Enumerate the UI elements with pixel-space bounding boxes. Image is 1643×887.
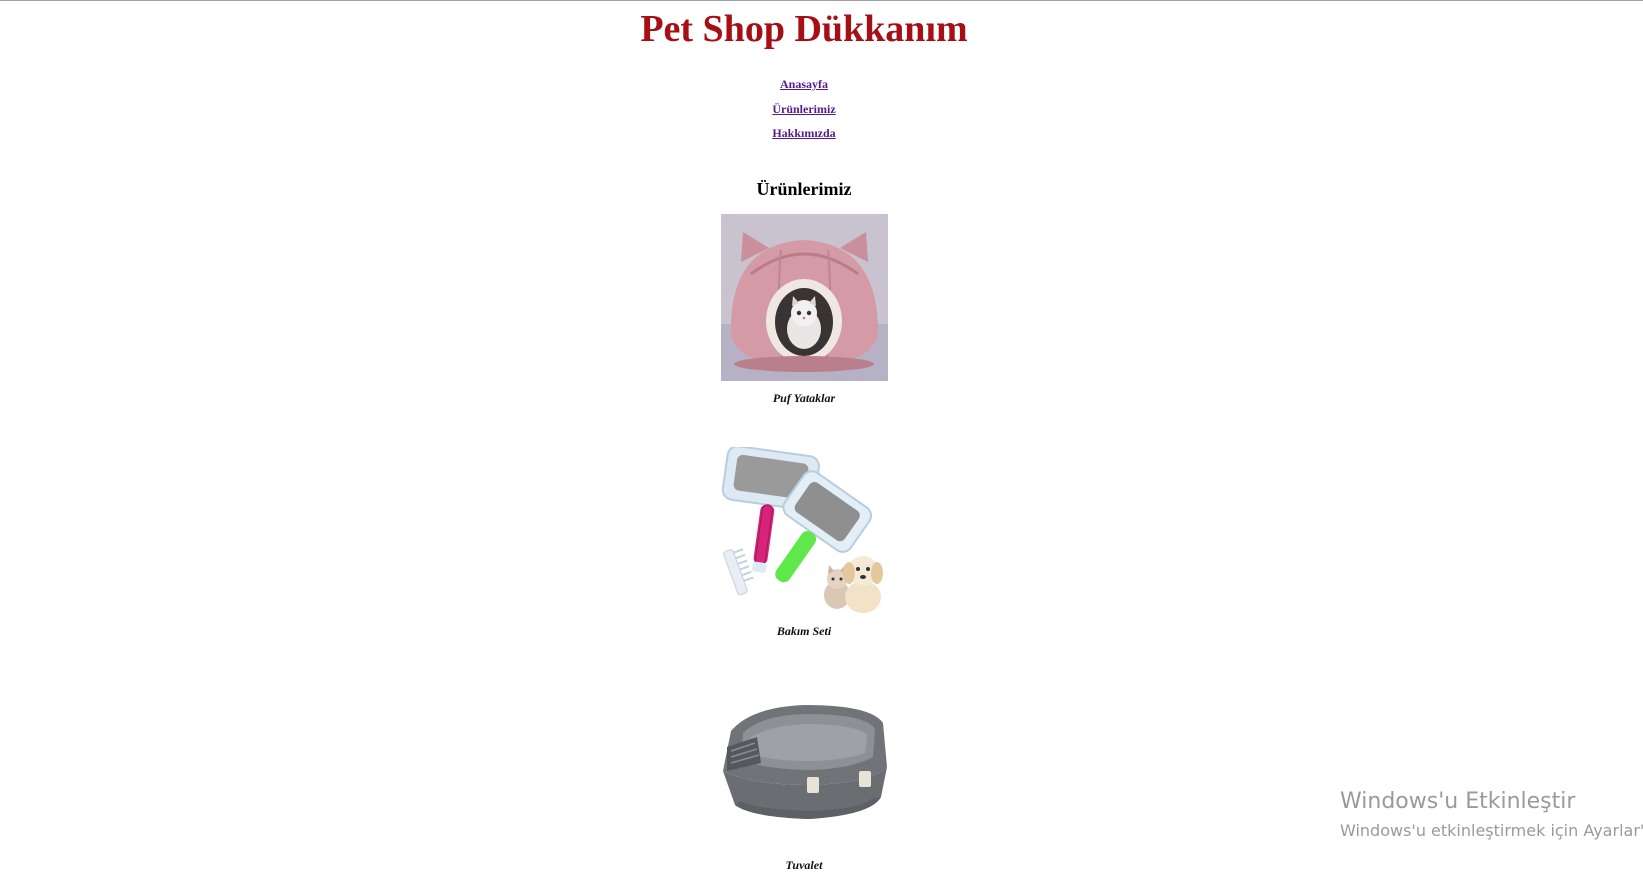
product-item: Tuvalet — [0, 681, 1608, 873]
pink-cat-bed-image — [720, 214, 888, 381]
gray-litter-box-image — [720, 681, 888, 848]
product-item: Puf Yataklar — [0, 214, 1608, 406]
nav-link-anasayfa[interactable]: Anasayfa — [0, 72, 1608, 97]
watermark-title: Windows'u Etkinleştir — [1340, 789, 1576, 814]
product-caption: Puf Yataklar — [772, 391, 836, 405]
product-caption: Tuvalet — [785, 858, 823, 872]
product-item: Bakım Seti — [0, 447, 1608, 639]
watermark-subtitle: Windows'u etkinleştirmek için Ayarlar'a — [1340, 821, 1643, 840]
site-title: Pet Shop Dükkanım — [640, 8, 968, 50]
nav-link-hakkimizda[interactable]: Hakkımızda — [0, 121, 1608, 146]
product-caption: Bakım Seti — [776, 624, 832, 638]
nav-link-urunlerimiz[interactable]: Ürünlerimiz — [0, 97, 1608, 122]
page-content: Pet Shop Dükkanım Anasayfa Ürünlerimiz H… — [0, 0, 1608, 887]
windows-activation-watermark: Windows'u Etkinleştir Windows'u etkinleş… — [1340, 788, 1643, 842]
main-nav: Anasayfa Ürünlerimiz Hakkımızda — [0, 72, 1608, 146]
products-heading: Ürünlerimiz — [756, 179, 852, 199]
grooming-brush-set-image — [720, 447, 888, 614]
